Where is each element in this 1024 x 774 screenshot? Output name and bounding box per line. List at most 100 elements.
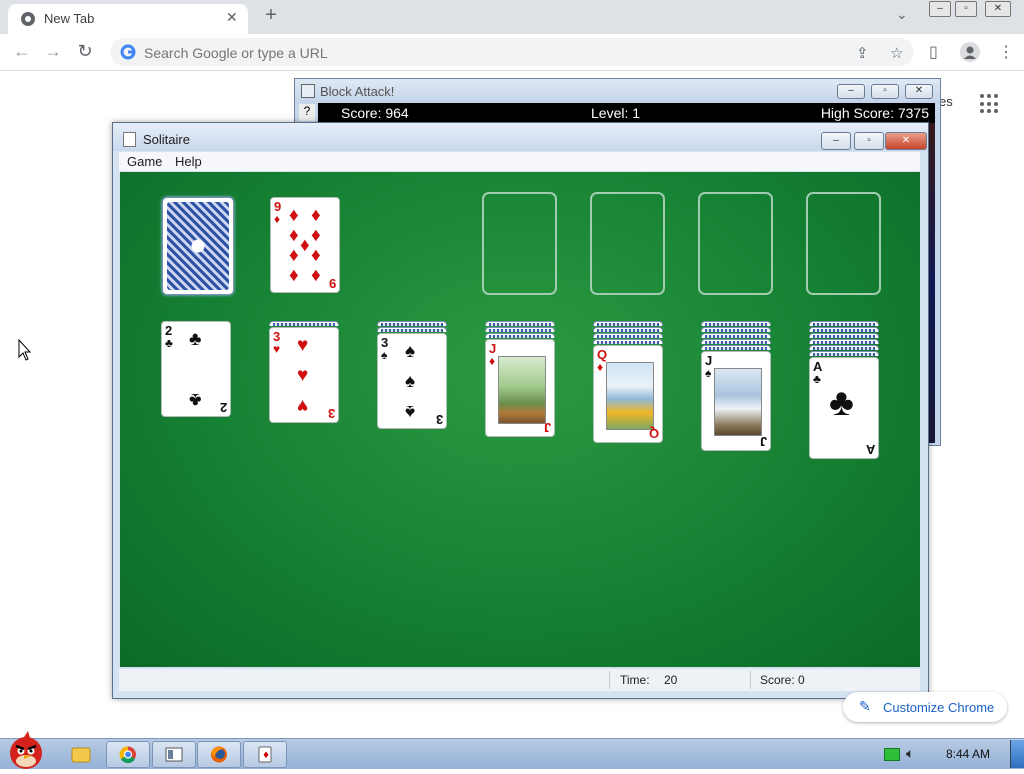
solitaire-title: Solitaire xyxy=(143,132,190,147)
tableau-card-2[interactable]: 3 ♥ ♥ ♥ ♥ 3 xyxy=(269,327,339,423)
tab-new-tab[interactable]: New Tab ✕ xyxy=(8,4,248,34)
menu-game[interactable]: Game xyxy=(127,154,162,169)
foundation-slot-4[interactable] xyxy=(806,192,881,295)
waste-card[interactable]: 9 ♦ ♦ ♦ ♦ ♦ ♦ ♦ ♦ ♦ ♦ 9 xyxy=(270,197,340,293)
club-pip-icon: ♣ xyxy=(189,389,202,410)
tableau-card-6[interactable]: J ♠ J xyxy=(701,351,771,451)
menu-bar: Game Help xyxy=(119,152,920,171)
diamond-pip-icon: ♦ xyxy=(311,225,321,246)
help-button[interactable]: ? xyxy=(299,104,315,121)
face-down-card xyxy=(485,327,555,332)
card-rank-bottom: 2 xyxy=(219,400,227,415)
reload-icon[interactable]: ↻ xyxy=(74,41,96,62)
clock[interactable]: 8:44 AM xyxy=(946,747,990,761)
face-down-card xyxy=(377,321,447,326)
face-down-card xyxy=(809,339,879,344)
tableau-card-1[interactable]: 2 ♣ ♣ ♣ 2 xyxy=(161,321,231,417)
taskbar-block-attack-button[interactable] xyxy=(152,741,196,768)
customize-chrome-label: Customize Chrome xyxy=(883,700,995,715)
spade-pip-icon: ♠ xyxy=(405,401,416,422)
face-down-card xyxy=(701,327,771,332)
block-attack-score-bar: Score: 964 Level: 1 High Score: 7375 xyxy=(318,103,935,123)
block-attack-app-icon xyxy=(301,84,315,98)
google-apps-icon[interactable] xyxy=(980,94,1000,114)
card-rank-bottom: J xyxy=(543,420,551,435)
card-suit: ♦ xyxy=(274,212,281,226)
minimize-button[interactable]: – xyxy=(821,132,851,150)
status-bar: Time: 20 Score: 0 xyxy=(119,669,920,691)
tab-title: New Tab xyxy=(44,11,95,26)
address-bar[interactable]: ⇪ ☆ xyxy=(110,38,914,66)
time-value: 20 xyxy=(664,673,678,687)
high-score-text: High Score: 7375 xyxy=(820,105,929,121)
more-menu-icon[interactable]: ⋮ xyxy=(998,42,1014,62)
taskbar: ♦ 🔈︎ 8:44 AM xyxy=(0,731,1024,769)
face-down-card xyxy=(701,321,771,326)
google-icon xyxy=(120,44,136,65)
stock-pile[interactable] xyxy=(162,197,234,295)
pencil-icon: ✎ xyxy=(859,698,871,714)
diamond-pip-icon: ♦ xyxy=(311,205,321,226)
foundation-slot-2[interactable] xyxy=(590,192,665,295)
heart-pip-icon: ♥ xyxy=(297,335,309,356)
taskbar-chrome-button[interactable] xyxy=(106,741,150,768)
tableau-card-7[interactable]: A ♣ ♣ A xyxy=(809,357,879,459)
search-input[interactable] xyxy=(142,42,706,64)
volume-icon[interactable]: 🔈︎ xyxy=(906,745,914,762)
maximize-button[interactable]: ▫ xyxy=(871,84,899,99)
tableau-card-5[interactable]: Q ♦ Q xyxy=(593,345,663,443)
foundation-slot-1[interactable] xyxy=(482,192,557,295)
chrome-icon xyxy=(20,11,36,32)
taskbar-firefox-button[interactable] xyxy=(197,741,241,768)
card-rank-bottom: 9 xyxy=(328,276,336,291)
tableau-card-4[interactable]: J ♦ J xyxy=(485,339,555,437)
face-card-art-image xyxy=(714,368,762,436)
tableau-card-3[interactable]: 3 ♠ ♠ ♠ ♠ 3 xyxy=(377,333,447,429)
profile-icon[interactable] xyxy=(960,42,980,67)
face-down-card xyxy=(593,339,663,344)
share-icon[interactable]: ⇪ xyxy=(856,44,869,62)
maximize-button[interactable]: ▫ xyxy=(854,132,884,150)
solitaire-titlebar[interactable]: Solitaire – ▫ ✕ xyxy=(113,123,928,151)
close-tab-icon[interactable]: ✕ xyxy=(226,9,238,26)
close-button[interactable]: ✕ xyxy=(905,84,933,99)
card-suit: ♦ xyxy=(597,360,604,374)
show-desktop-button[interactable] xyxy=(1010,740,1024,768)
minimize-button[interactable]: – xyxy=(837,84,865,99)
close-window-button[interactable]: ✕ xyxy=(985,1,1011,17)
foundation-slot-3[interactable] xyxy=(698,192,773,295)
card-rank-bottom: 3 xyxy=(435,412,443,427)
ntp-link-text[interactable]: es xyxy=(939,94,953,109)
back-arrow-icon[interactable]: ← xyxy=(11,41,33,62)
face-down-card xyxy=(701,333,771,338)
network-status-icon[interactable] xyxy=(884,748,900,761)
restore-button[interactable]: ▫ xyxy=(955,1,977,17)
spade-pip-icon: ♠ xyxy=(405,341,416,362)
diamond-pip-icon: ♦ xyxy=(289,225,299,246)
club-pip-icon: ♣ xyxy=(829,382,854,424)
face-down-card xyxy=(809,321,879,326)
card-suit: ♠ xyxy=(705,366,712,380)
chevron-down-icon[interactable]: ⌄ xyxy=(896,6,908,23)
block-attack-titlebar[interactable]: Block Attack! – ▫ ✕ xyxy=(295,79,940,103)
side-panel-icon[interactable]: ▯ xyxy=(929,42,938,62)
forward-arrow-icon[interactable]: → xyxy=(42,41,64,62)
card-suit: ♠ xyxy=(381,348,388,362)
new-tab-button[interactable]: + xyxy=(260,4,282,27)
customize-chrome-button[interactable]: ✎ Customize Chrome xyxy=(843,692,1007,722)
card-rank-bottom: 3 xyxy=(327,406,335,421)
menu-help[interactable]: Help xyxy=(175,154,202,169)
taskbar-solitaire-button[interactable]: ♦ xyxy=(243,741,287,768)
diamond-pip-icon: ♦ xyxy=(289,205,299,226)
diamond-pip-icon: ♦ xyxy=(311,245,321,266)
face-down-card xyxy=(701,345,771,350)
minimize-button[interactable]: – xyxy=(929,1,951,17)
game-table[interactable]: 9 ♦ ♦ ♦ ♦ ♦ ♦ ♦ ♦ ♦ ♦ 9 2 ♣ ♣ ♣ 2 3 ♥ ♥ … xyxy=(120,172,920,667)
bookmark-star-icon[interactable]: ☆ xyxy=(890,44,903,62)
status-divider xyxy=(750,671,751,689)
score-text: Score: 964 xyxy=(341,105,409,121)
face-down-card xyxy=(485,321,555,326)
folder-icon[interactable] xyxy=(60,741,102,768)
solitaire-app-icon xyxy=(123,132,136,147)
close-button[interactable]: ✕ xyxy=(885,132,927,150)
